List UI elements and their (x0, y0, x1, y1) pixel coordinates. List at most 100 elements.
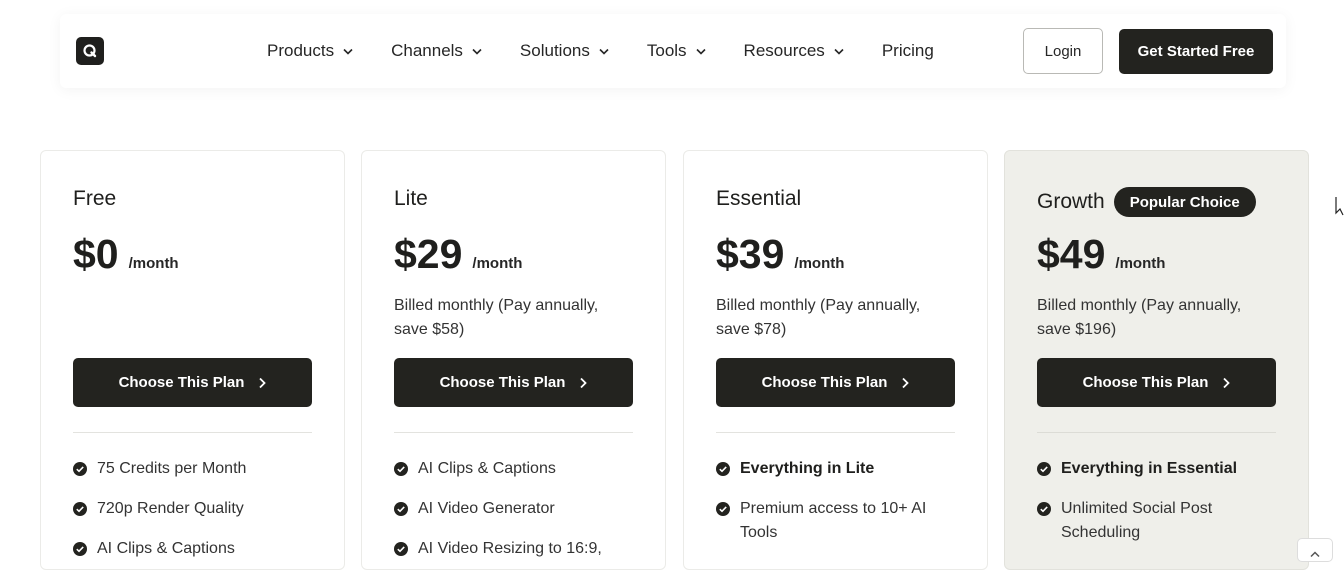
choose-plan-label: Choose This Plan (761, 374, 888, 391)
choose-plan-button[interactable]: Choose This Plan (716, 358, 955, 407)
feature-list: AI Clips & Captions AI Video Generator A… (394, 457, 644, 577)
feature-list: Everything in Essential Unlimited Social… (1037, 457, 1287, 561)
choose-plan-button[interactable]: Choose This Plan (394, 358, 633, 407)
feature-text: Unlimited Social Post Scheduling (1061, 500, 1213, 541)
feature-item: AI Clips & Captions (73, 537, 323, 561)
get-started-button[interactable]: Get Started Free (1119, 29, 1273, 74)
chevron-down-icon (834, 48, 844, 55)
nav-item-solutions[interactable]: Solutions (520, 41, 609, 61)
feature-item: AI Video Resizing to 16:9, (394, 537, 644, 561)
nav-item-label: Solutions (519, 41, 590, 60)
mouse-cursor-icon (1335, 196, 1344, 221)
check-circle-icon (73, 502, 87, 516)
price-row: $39 /month (716, 231, 844, 278)
check-circle-icon (73, 462, 87, 476)
chevron-down-icon (695, 48, 706, 55)
check-circle-icon (716, 502, 730, 516)
chevron-up-icon (1310, 545, 1320, 563)
plan-price: $29 (394, 231, 463, 277)
divider (394, 432, 633, 433)
chevron-down-icon (472, 48, 482, 55)
price-row: $0 /month (73, 231, 179, 278)
feature-list: Everything in Lite Premium access to 10+… (716, 457, 966, 561)
plan-price: $49 (1037, 231, 1106, 277)
feature-text: Everything in Lite (740, 460, 875, 477)
plan-name: Lite (394, 187, 428, 211)
feature-text: 720p Render Quality (97, 500, 244, 517)
chevron-right-icon (901, 377, 910, 389)
check-circle-icon (716, 462, 730, 476)
check-circle-icon (73, 542, 87, 556)
feature-text: 75 Credits per Month (97, 460, 247, 477)
billing-note: Billed monthly (Pay annually, save $58) (394, 297, 599, 338)
plan-name: Growth Popular Choice (1037, 187, 1256, 217)
scroll-top-button[interactable] (1297, 538, 1333, 562)
feature-text: AI Clips & Captions (418, 460, 556, 477)
feature-text: Premium access to 10+ AI Tools (740, 500, 927, 541)
price-row: $29 /month (394, 231, 522, 278)
feature-item: AI Video Generator (394, 497, 644, 521)
divider (716, 432, 955, 433)
nav-item-label: Channels (391, 41, 463, 60)
check-circle-icon (394, 542, 408, 556)
chevron-down-icon (599, 48, 609, 55)
nav-item-label: Pricing (881, 41, 934, 60)
plan-card-free: Free $0 /month Choose This Plan 75 Credi… (40, 150, 345, 570)
nav-item-tools[interactable]: Tools (647, 41, 706, 61)
check-circle-icon (394, 462, 408, 476)
nav-item-label: Resources (743, 41, 825, 60)
divider (73, 432, 312, 433)
plan-price: $0 (73, 231, 119, 277)
nav-item-label: Tools (646, 41, 687, 60)
choose-plan-button[interactable]: Choose This Plan (1037, 358, 1276, 407)
feature-text: AI Video Generator (418, 500, 555, 517)
price-row: $49 /month (1037, 231, 1165, 278)
plan-name: Essential (716, 187, 801, 211)
check-circle-icon (394, 502, 408, 516)
billing-note: Billed monthly (Pay annually, save $196) (1037, 297, 1242, 338)
choose-plan-label: Choose This Plan (118, 374, 245, 391)
feature-item: Everything in Lite (716, 457, 966, 481)
choose-plan-label: Choose This Plan (1082, 374, 1209, 391)
popular-badge: Popular Choice (1113, 187, 1256, 217)
plan-name-text: Lite (394, 187, 428, 210)
top-navbar: Products Channels Solutions Tools Resour… (60, 14, 1286, 88)
nav-item-products[interactable]: Products (267, 41, 353, 61)
feature-text: Everything in Essential (1061, 460, 1238, 477)
price-period: /month (472, 255, 523, 272)
choose-plan-label: Choose This Plan (439, 374, 566, 391)
plan-name-text: Essential (716, 187, 802, 210)
plan-card-essential: Essential $39 /month Billed monthly (Pay… (683, 150, 988, 570)
chevron-right-icon (258, 377, 267, 389)
feature-item: Unlimited Social Post Scheduling (1037, 497, 1287, 545)
feature-item: Premium access to 10+ AI Tools (716, 497, 966, 545)
login-button[interactable]: Login (1023, 28, 1103, 74)
chevron-down-icon (343, 48, 353, 55)
divider (1037, 432, 1276, 433)
nav-item-resources[interactable]: Resources (744, 41, 844, 61)
feature-item: 720p Render Quality (73, 497, 323, 521)
main-nav: Products Channels Solutions Tools Resour… (267, 14, 934, 88)
nav-item-label: Products (267, 41, 335, 60)
plan-price: $39 (716, 231, 785, 277)
chevron-right-icon (1222, 377, 1231, 389)
nav-item-channels[interactable]: Channels (391, 41, 482, 61)
logo-icon[interactable] (76, 37, 104, 65)
plan-card-growth: Growth Popular Choice $49 /month Billed … (1004, 150, 1309, 570)
choose-plan-button[interactable]: Choose This Plan (73, 358, 312, 407)
feature-item: Everything in Essential (1037, 457, 1287, 481)
nav-item-pricing[interactable]: Pricing (882, 41, 934, 61)
price-period: /month (794, 255, 845, 272)
feature-list: 75 Credits per Month 720p Render Quality… (73, 457, 323, 577)
feature-text: AI Video Resizing to 16:9, (418, 540, 602, 557)
feature-item: 75 Credits per Month (73, 457, 323, 481)
check-circle-icon (1037, 462, 1051, 476)
feature-item: AI Clips & Captions (394, 457, 644, 481)
price-period: /month (1115, 255, 1166, 272)
plan-name: Free (73, 187, 116, 211)
plan-card-lite: Lite $29 /month Billed monthly (Pay annu… (361, 150, 666, 570)
plan-name-text: Free (73, 187, 117, 210)
feature-text: AI Clips & Captions (97, 540, 235, 557)
plan-name-text: Growth (1037, 190, 1105, 213)
price-period: /month (128, 255, 179, 272)
